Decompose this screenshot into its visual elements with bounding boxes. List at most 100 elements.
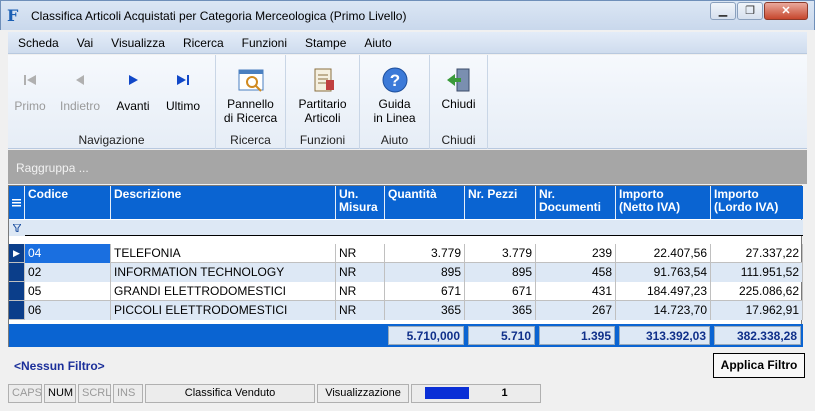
cell-un-misura[interactable]: NR	[336, 263, 385, 282]
indietro-button[interactable]: Indietro	[52, 55, 108, 129]
cell-importo-lordo[interactable]: 17.962,91	[711, 301, 803, 320]
menu-visualizza[interactable]: Visualizza	[101, 32, 173, 53]
ultimo-button[interactable]: Ultimo	[158, 55, 208, 129]
cell-importo-netto[interactable]: 91.763,54	[616, 263, 711, 282]
cell-descrizione[interactable]: TELEFONIA	[111, 244, 336, 263]
progress-bar	[425, 387, 469, 399]
cell-un-misura[interactable]: NR	[336, 282, 385, 301]
menu-vai[interactable]: Vai	[67, 32, 101, 53]
chiudi-button[interactable]: Chiudi	[430, 55, 487, 129]
cell-descrizione[interactable]: GRANDI ELETTRODOMESTICI	[111, 282, 336, 301]
cell-un-misura[interactable]: NR	[336, 244, 385, 263]
current-row-indicator-icon: ▶	[9, 244, 25, 262]
cell-nr-pezzi[interactable]: 895	[465, 263, 536, 282]
menu-stampe[interactable]: Stampe	[295, 32, 354, 53]
primo-button[interactable]: Primo	[8, 55, 52, 129]
cell-nr-pezzi[interactable]: 3.779	[465, 244, 536, 263]
cell-importo-lordo[interactable]: 27.337,22	[711, 244, 803, 263]
col-header-nr-pezzi[interactable]: Nr. Pezzi	[465, 186, 536, 219]
menu-funzioni[interactable]: Funzioni	[232, 32, 295, 53]
totals-spacer	[9, 324, 386, 347]
table-row[interactable]: 06 PICCOLI ELETTRODOMESTICI NR 365 365 2…	[9, 301, 803, 320]
navigazione-caption: Navigazione	[78, 133, 145, 147]
table-row[interactable]: 02 INFORMATION TECHNOLOGY NR 895 895 458…	[9, 263, 803, 282]
minimize-button[interactable]: ▁	[710, 2, 736, 20]
cell-codice[interactable]: 06	[25, 301, 111, 320]
restore-button[interactable]: ❐	[737, 2, 763, 20]
cell-un-misura[interactable]: NR	[336, 301, 385, 320]
chiudi-caption: Chiudi	[441, 133, 476, 147]
menu-scheda[interactable]: Scheda	[8, 32, 67, 53]
avanti-button[interactable]: Avanti	[108, 55, 158, 129]
col-header-codice[interactable]: Codice	[25, 186, 111, 219]
col-header-descrizione[interactable]: Descrizione	[111, 186, 336, 219]
total-importo-lordo: 382.338,28	[714, 326, 801, 345]
cell-importo-lordo[interactable]: 111.951,52	[711, 263, 803, 282]
total-nr-pezzi: 5.710	[468, 326, 535, 345]
cell-quantita[interactable]: 671	[385, 282, 465, 301]
cell-codice[interactable]: 02	[25, 263, 111, 282]
cell-quantita[interactable]: 365	[385, 301, 465, 320]
cell-nr-documenti[interactable]: 267	[536, 301, 616, 320]
filter-status-link[interactable]: <Nessun Filtro>	[14, 359, 105, 373]
nr-documenti-line2: Documenti	[539, 200, 602, 214]
grid-rows: ▶ 04 TELEFONIA NR 3.779 3.779 239 22.407…	[9, 244, 803, 320]
col-header-importo-netto[interactable]: Importo (Netto IVA)	[616, 186, 711, 219]
col-header-nr-documenti[interactable]: Nr. Documenti	[536, 186, 616, 219]
cell-importo-netto[interactable]: 184.497,23	[616, 282, 711, 301]
col-header-un-misura[interactable]: Un. Misura	[336, 186, 385, 219]
ribbon-group-chiudi: Chiudi Chiudi	[430, 55, 488, 149]
first-record-icon	[8, 69, 52, 91]
mode-panel: Visualizzazione	[317, 384, 409, 403]
cell-importo-netto[interactable]: 22.407,56	[616, 244, 711, 263]
column-chooser-icon[interactable]	[9, 186, 25, 219]
cell-quantita[interactable]: 895	[385, 263, 465, 282]
table-row[interactable]: 05 GRANDI ELETTRODOMESTICI NR 671 671 43…	[9, 282, 803, 301]
last-record-icon	[158, 69, 208, 91]
cell-descrizione[interactable]: PICCOLI ELETTRODOMESTICI	[111, 301, 336, 320]
next-record-icon	[108, 69, 158, 91]
menu-ricerca[interactable]: Ricerca	[173, 32, 232, 53]
help-icon: ?	[360, 65, 429, 95]
cell-nr-pezzi[interactable]: 671	[465, 282, 536, 301]
group-by-panel[interactable]: Raggruppa ...	[8, 150, 807, 184]
indietro-label: Indietro	[59, 99, 101, 113]
caps-indicator: CAPS	[8, 384, 42, 403]
table-row[interactable]: ▶ 04 TELEFONIA NR 3.779 3.779 239 22.407…	[9, 244, 803, 263]
cell-codice[interactable]: 05	[25, 282, 111, 301]
partitario-label-2: Articoli	[304, 111, 341, 125]
menu-bar: Scheda Vai Visualizza Ricerca Funzioni S…	[8, 32, 807, 54]
cell-nr-documenti[interactable]: 431	[536, 282, 616, 301]
data-grid: Codice Descrizione Un. Misura Quantità Nr…	[8, 185, 803, 347]
filter-icon	[9, 220, 25, 236]
ins-indicator: INS	[113, 384, 143, 403]
scrl-indicator: SCRL	[78, 384, 111, 403]
col-header-importo-lordo[interactable]: Importo (Lordo IVA)	[711, 186, 803, 219]
col-header-quantita[interactable]: Quantità	[385, 186, 465, 219]
svg-text:?: ?	[389, 71, 399, 90]
pannello-label-1: Pannello	[227, 97, 274, 111]
cell-descrizione[interactable]: INFORMATION TECHNOLOGY	[111, 263, 336, 282]
cell-nr-pezzi[interactable]: 365	[465, 301, 536, 320]
cell-quantita[interactable]: 3.779	[385, 244, 465, 263]
auto-filter-row[interactable]	[9, 220, 803, 236]
app-icon: F	[7, 6, 19, 25]
exit-door-icon	[430, 65, 487, 95]
cell-importo-lordo[interactable]: 225.086,62	[711, 282, 803, 301]
cell-nr-documenti[interactable]: 239	[536, 244, 616, 263]
pannello-ricerca-button[interactable]: Pannello di Ricerca	[216, 55, 285, 129]
cell-codice[interactable]: 04	[25, 244, 111, 263]
row-indicator	[9, 301, 25, 319]
ribbon-group-funzioni: Partitario Articoli Funzioni	[286, 55, 360, 149]
cell-nr-documenti[interactable]: 458	[536, 263, 616, 282]
funzioni-caption: Funzioni	[299, 133, 346, 147]
cell-importo-netto[interactable]: 14.723,70	[616, 301, 711, 320]
importo-netto-line2: (Netto IVA)	[619, 200, 681, 214]
partitario-articoli-button[interactable]: Partitario Articoli	[286, 55, 359, 129]
ribbon: Primo Indietro Avanti Ultimo Navigazione…	[8, 55, 807, 149]
title-bar: F Classifica Articoli Acquistati per Cat…	[0, 0, 815, 30]
guida-linea-button[interactable]: ? Guida in Linea	[360, 55, 429, 129]
apply-filter-button[interactable]: Applica Filtro	[713, 353, 805, 378]
close-button[interactable]: ✕	[764, 2, 808, 20]
menu-aiuto[interactable]: Aiuto	[354, 32, 399, 53]
